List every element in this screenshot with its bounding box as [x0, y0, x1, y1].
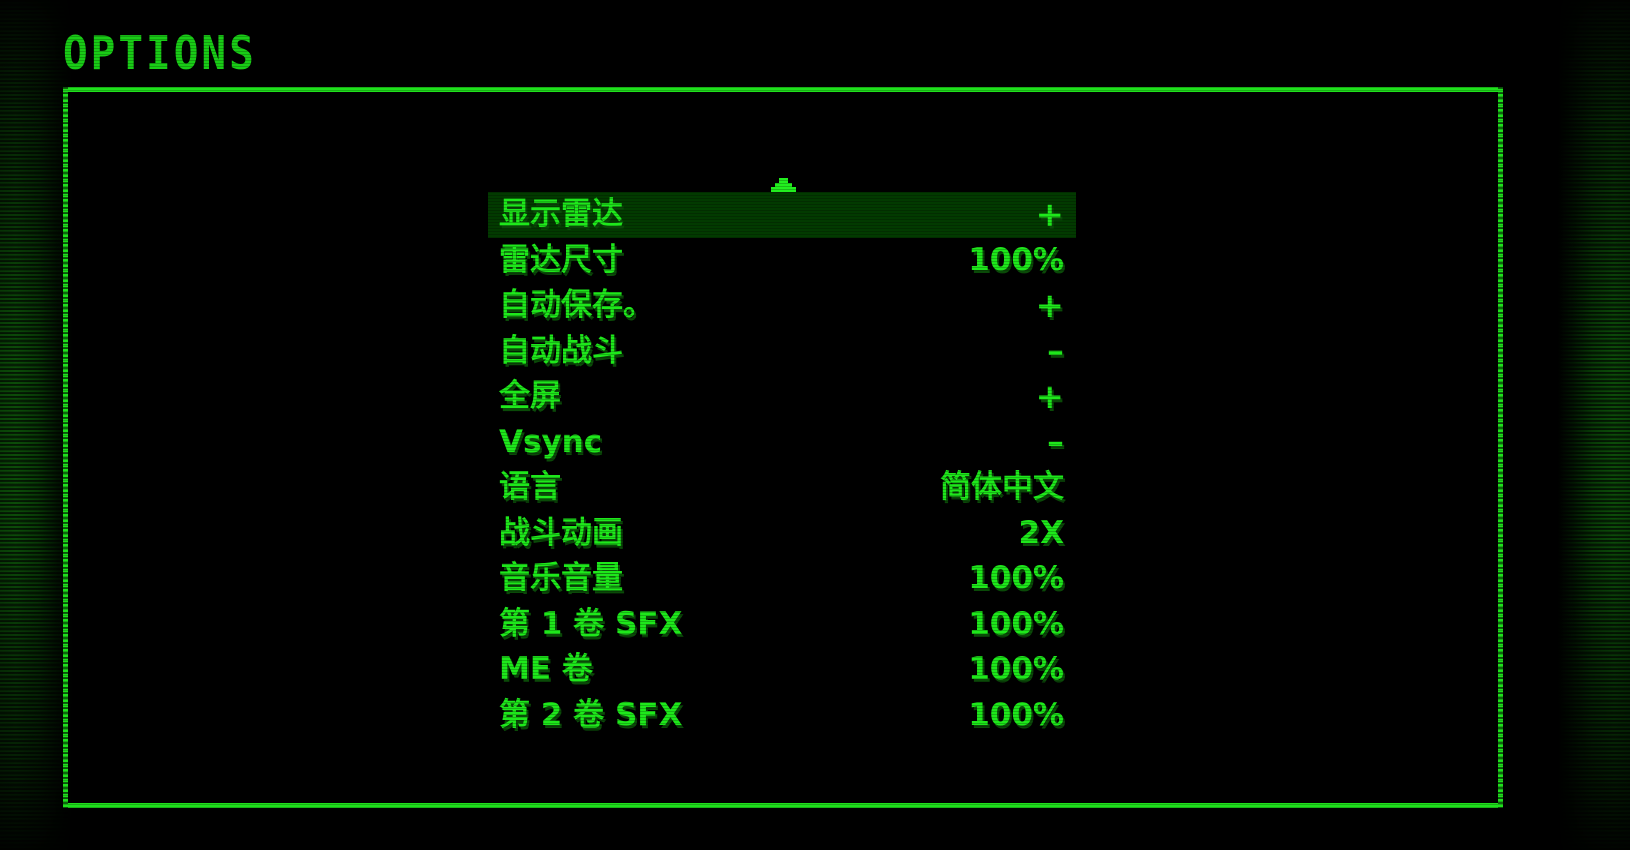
option-value[interactable]: 100% [968, 608, 1064, 640]
frame-right-texture [1498, 87, 1503, 818]
option-row[interactable]: 音乐音量 100% [488, 556, 1076, 602]
option-value[interactable]: 2X [1019, 517, 1064, 549]
option-value[interactable]: 100% [968, 654, 1064, 685]
option-row[interactable]: 雷达尺寸 100% [488, 238, 1076, 284]
page-title: OPTIONS [63, 26, 257, 81]
option-label: 自动保存。 [499, 287, 654, 324]
option-row[interactable]: 显示雷达 + [488, 192, 1076, 238]
crt-left-scanlines [0, 0, 72, 850]
option-label: 显示雷达 [499, 196, 623, 233]
options-screen: OPTIONS 显示雷达 + 雷达尺寸 100% 自动保存。 + 自动战斗 – 全屏 + Vsync… [0, 0, 1630, 850]
option-row[interactable]: Vsync – [488, 420, 1076, 466]
option-value[interactable]: + [1036, 380, 1065, 414]
option-row[interactable]: ME 卷 100% [488, 647, 1076, 693]
option-value[interactable]: + [1036, 289, 1065, 323]
option-label: Vsync [499, 423, 603, 460]
option-value[interactable]: 100% [968, 563, 1064, 594]
option-value[interactable]: + [1036, 198, 1065, 232]
option-label: 音乐音量 [499, 560, 623, 597]
option-row[interactable]: 战斗动画 2X [488, 511, 1076, 557]
option-label: 自动战斗 [499, 332, 623, 369]
option-label: 雷达尺寸 [499, 241, 623, 278]
option-label: 战斗动画 [499, 514, 623, 551]
option-label: ME 卷 [499, 651, 593, 688]
frame-left-texture [63, 87, 68, 818]
option-row[interactable]: 第 2 卷 SFX 100% [488, 693, 1076, 739]
option-label: 语言 [499, 469, 561, 506]
option-row[interactable]: 全屏 + [488, 374, 1076, 420]
crt-left-tint [0, 0, 72, 850]
option-value[interactable]: 100% [968, 699, 1064, 731]
crt-right-edge-glow [1558, 0, 1630, 850]
option-value[interactable]: – [1047, 334, 1064, 368]
crt-right-scanlines [1558, 0, 1630, 850]
option-label: 第 2 卷 SFX [499, 696, 683, 733]
option-row[interactable]: 自动战斗 – [488, 329, 1076, 375]
option-value[interactable]: – [1047, 425, 1064, 459]
crt-right-tint [1558, 0, 1630, 850]
options-menu: 显示雷达 + 雷达尺寸 100% 自动保存。 + 自动战斗 – 全屏 + Vsync – 语言 简体中文战… [488, 178, 1076, 739]
option-label: 第 1 卷 SFX [499, 605, 683, 642]
option-label: 全屏 [499, 378, 561, 415]
crt-left-edge-glow [0, 0, 72, 850]
option-value[interactable]: 简体中文 [940, 472, 1064, 503]
option-row[interactable]: 第 1 卷 SFX 100% [488, 602, 1076, 648]
option-row[interactable]: 自动保存。 + [488, 283, 1076, 329]
option-value[interactable]: 100% [968, 244, 1064, 276]
option-row[interactable]: 语言 简体中文 [488, 465, 1076, 511]
